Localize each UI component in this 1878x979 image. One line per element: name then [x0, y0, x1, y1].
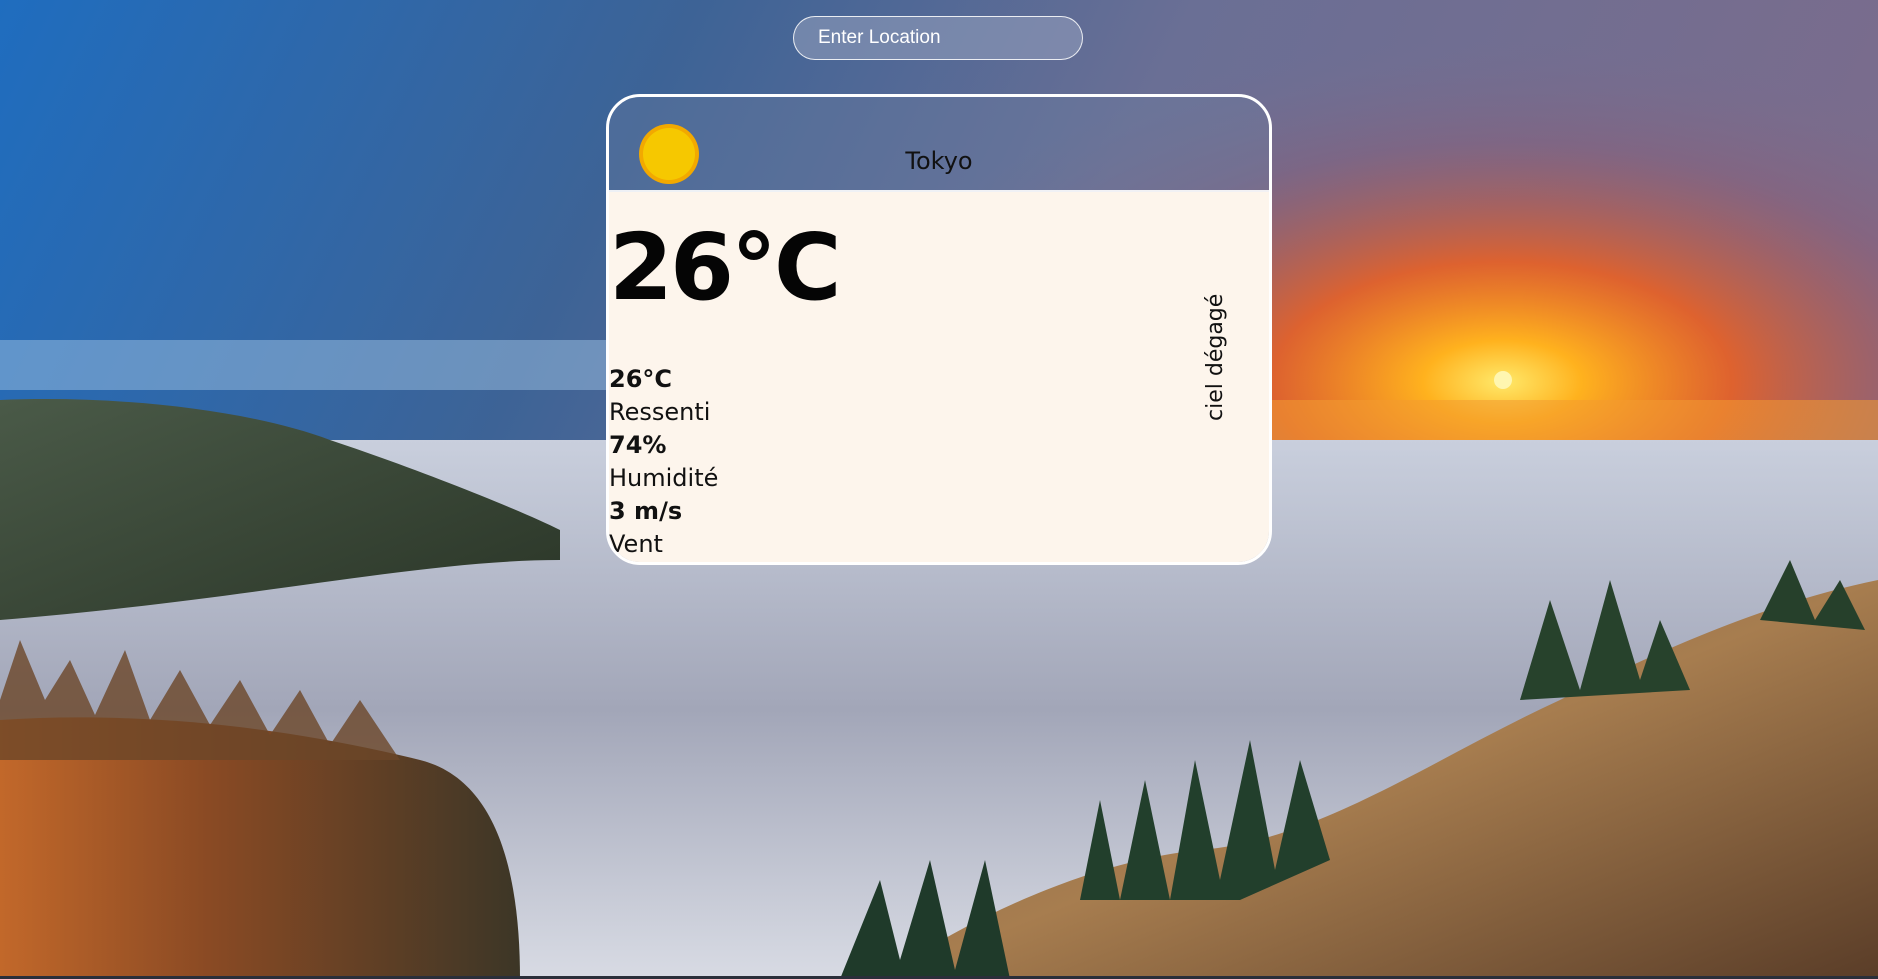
location-search-input[interactable] — [793, 16, 1083, 60]
city-name: Tokyo — [905, 147, 973, 175]
weather-stats: 26°C Ressenti 74% Humidité 3 m/s Vent — [609, 363, 718, 561]
weather-card-header: Tokyo — [609, 97, 1269, 192]
wind-value: 3 m/s — [609, 497, 683, 525]
feels-like-value: 26°C — [609, 365, 673, 393]
current-temperature: 26°C — [609, 214, 842, 321]
weather-card-body: 26°C 26°C Ressenti 74% Humidité 3 m/s Ve… — [609, 192, 1269, 562]
weather-description: ciel dégagé — [1203, 293, 1228, 421]
feels-like-label: Ressenti — [609, 398, 711, 426]
weather-card: Tokyo 26°C 26°C Ressenti 74% Humidité 3 … — [606, 94, 1272, 565]
humidity-label: Humidité — [609, 464, 719, 492]
wind-label: Vent — [609, 530, 663, 558]
humidity-value: 74% — [609, 431, 667, 459]
